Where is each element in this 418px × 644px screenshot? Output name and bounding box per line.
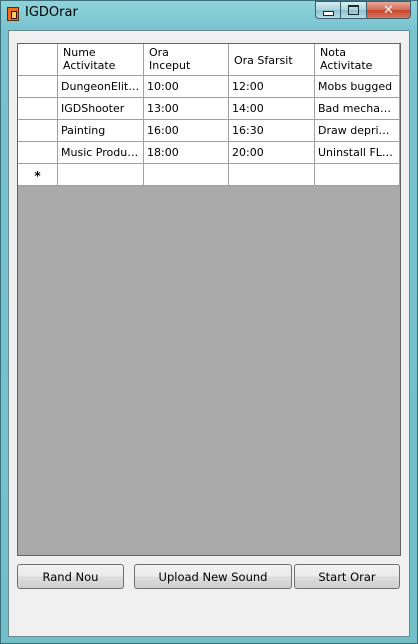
new-row-marker[interactable]: * xyxy=(18,164,58,186)
maximize-button[interactable] xyxy=(341,1,367,19)
grid-header-row: Nume Activitate Ora Inceput Ora Sfarsit … xyxy=(18,44,400,76)
cell-nume-activitate[interactable]: DungeonElites... xyxy=(58,76,144,98)
table-row[interactable]: IGDShooter 13:00 14:00 Bad mechanics xyxy=(18,98,400,120)
header-text: Nota xyxy=(320,46,347,59)
title-bar[interactable]: IGDOrar ✕ xyxy=(1,1,417,29)
header-text: Nume xyxy=(63,46,96,59)
row-header[interactable] xyxy=(18,98,58,120)
start-orar-button[interactable]: Start Orar xyxy=(294,564,400,589)
upload-new-sound-button[interactable]: Upload New Sound xyxy=(134,564,292,589)
row-header[interactable] xyxy=(18,120,58,142)
column-header-ora-inceput[interactable]: Ora Inceput xyxy=(144,44,229,76)
close-icon: ✕ xyxy=(383,2,394,18)
close-button[interactable]: ✕ xyxy=(367,1,411,19)
cell-ora-sfarsit[interactable]: 12:00 xyxy=(229,76,315,98)
app-icon xyxy=(7,7,19,21)
header-text: Ora xyxy=(149,46,169,59)
new-cell-nota-activitate[interactable] xyxy=(315,164,400,186)
client-area: Nume Activitate Ora Inceput Ora Sfarsit … xyxy=(8,30,410,637)
cell-ora-inceput[interactable]: 10:00 xyxy=(144,76,229,98)
cell-nume-activitate[interactable]: IGDShooter xyxy=(58,98,144,120)
new-cell-ora-sfarsit[interactable] xyxy=(229,164,315,186)
column-header-nume-activitate[interactable]: Nume Activitate xyxy=(58,44,144,76)
cell-ora-sfarsit[interactable]: 16:30 xyxy=(229,120,315,142)
window-title: IGDOrar xyxy=(25,5,78,20)
cell-nota-activitate[interactable]: Mobs bugged xyxy=(315,76,400,98)
rand-nou-button[interactable]: Rand Nou xyxy=(17,564,124,589)
column-header-nota-activitate[interactable]: Nota Activitate xyxy=(315,44,400,76)
caption-buttons: ✕ xyxy=(315,1,411,20)
column-header-ora-sfarsit[interactable]: Ora Sfarsit xyxy=(229,44,315,76)
cell-ora-inceput[interactable]: 13:00 xyxy=(144,98,229,120)
cell-ora-sfarsit[interactable]: 14:00 xyxy=(229,98,315,120)
new-cell-ora-inceput[interactable] xyxy=(144,164,229,186)
row-header-corner[interactable] xyxy=(18,44,58,76)
cell-ora-inceput[interactable]: 18:00 xyxy=(144,142,229,164)
cell-nume-activitate[interactable]: Music Produci... xyxy=(58,142,144,164)
main-window: IGDOrar ✕ Nume Activitate Ora Inceput Or… xyxy=(0,0,418,644)
row-header[interactable] xyxy=(18,142,58,164)
header-text: Ora Sfarsit xyxy=(234,54,293,67)
table-row[interactable]: Painting 16:00 16:30 Draw deprimus xyxy=(18,120,400,142)
cell-nota-activitate[interactable]: Uninstall FLSt... xyxy=(315,142,400,164)
table-row[interactable]: Music Produci... 18:00 20:00 Uninstall F… xyxy=(18,142,400,164)
header-text: Activitate xyxy=(320,59,373,72)
minimize-button[interactable] xyxy=(315,1,341,19)
table-row[interactable]: DungeonElites... 10:00 12:00 Mobs bugged xyxy=(18,76,400,98)
minimize-icon xyxy=(322,10,334,16)
maximize-icon xyxy=(348,5,359,15)
activities-grid[interactable]: Nume Activitate Ora Inceput Ora Sfarsit … xyxy=(17,43,401,556)
row-header[interactable] xyxy=(18,76,58,98)
header-text: Activitate xyxy=(63,59,116,72)
cell-ora-inceput[interactable]: 16:00 xyxy=(144,120,229,142)
cell-nota-activitate[interactable]: Bad mechanics xyxy=(315,98,400,120)
cell-nota-activitate[interactable]: Draw deprimus xyxy=(315,120,400,142)
new-row[interactable]: * xyxy=(18,164,400,186)
header-text: Inceput xyxy=(149,59,191,72)
cell-nume-activitate[interactable]: Painting xyxy=(58,120,144,142)
cell-ora-sfarsit[interactable]: 20:00 xyxy=(229,142,315,164)
new-cell-nume-activitate[interactable] xyxy=(58,164,144,186)
